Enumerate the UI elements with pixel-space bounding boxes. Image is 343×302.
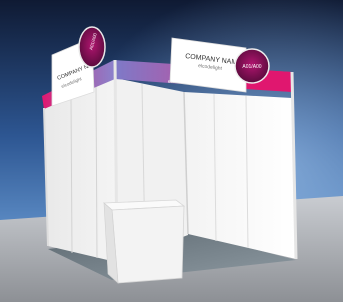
counter-front: [111, 205, 185, 284]
booth-illustration: elcodelight elcodelight COMPANY NAME elc…: [0, 0, 343, 302]
left-wall: [44, 78, 116, 262]
booth-render: elcodelight elcodelight COMPANY NAME elc…: [0, 0, 343, 302]
back-wall-right-section: [184, 92, 296, 259]
front-sign-badge-text: A01/A00: [242, 64, 261, 70]
